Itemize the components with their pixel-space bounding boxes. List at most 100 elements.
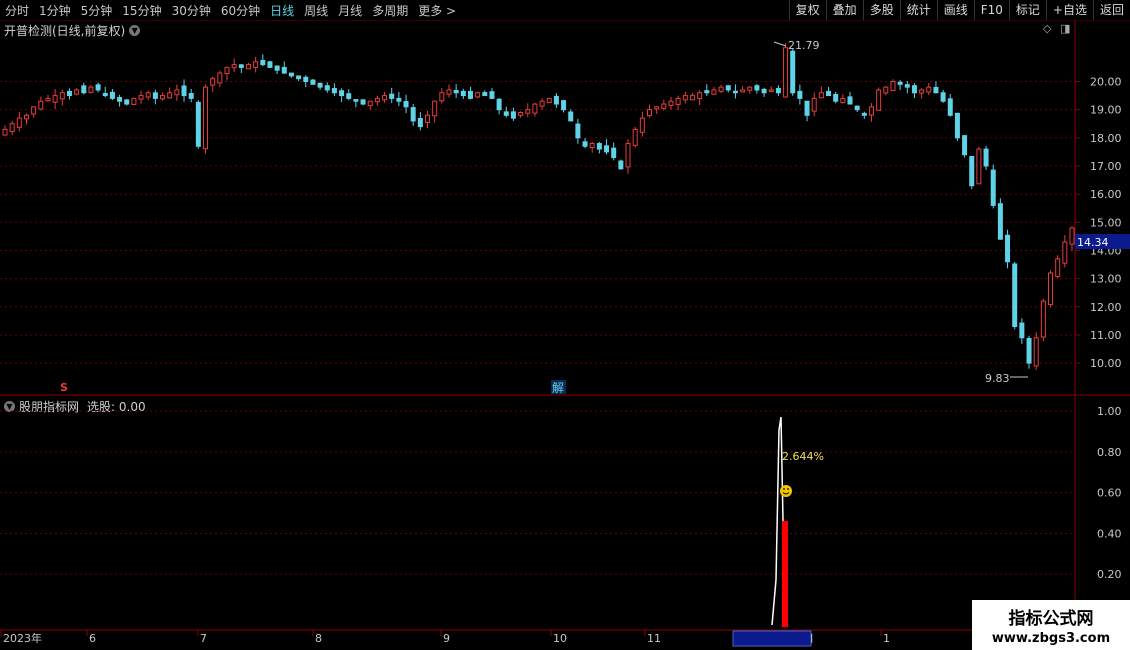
candle-body bbox=[317, 82, 323, 88]
candle-body bbox=[611, 147, 617, 159]
jie-marker: 解 bbox=[552, 381, 564, 395]
candle-body bbox=[267, 61, 273, 68]
candle-body bbox=[1026, 337, 1032, 364]
date-label: 11 bbox=[647, 632, 661, 645]
candle-body bbox=[833, 93, 839, 102]
candle-body bbox=[475, 92, 481, 98]
candle-body bbox=[654, 106, 660, 110]
candle-body bbox=[195, 101, 201, 147]
price-tick-label: 10.00 bbox=[1090, 357, 1122, 370]
candle-body bbox=[546, 97, 552, 104]
price-tick-label: 13.00 bbox=[1090, 273, 1122, 286]
candle-body bbox=[897, 81, 903, 85]
candle-body bbox=[847, 96, 853, 105]
date-label: 8 bbox=[315, 632, 322, 645]
candle-body bbox=[16, 117, 22, 128]
candle-body bbox=[682, 95, 688, 101]
candle-body bbox=[883, 86, 889, 94]
date-label: 2023年 bbox=[3, 631, 42, 645]
signal-bar bbox=[782, 521, 788, 627]
date-label: 6 bbox=[89, 632, 96, 645]
candle-body bbox=[467, 90, 473, 99]
candle-body bbox=[646, 109, 652, 117]
candle-body bbox=[933, 86, 939, 94]
candle-body bbox=[861, 112, 867, 116]
candle-body bbox=[288, 72, 294, 77]
candle-body bbox=[553, 95, 559, 105]
candle-body bbox=[625, 142, 631, 168]
candle-body bbox=[102, 93, 108, 97]
candle-body bbox=[217, 72, 223, 84]
site-watermark: 指标公式网 www.zbgs3.com bbox=[972, 600, 1130, 650]
candle-body bbox=[561, 100, 567, 111]
high-pointer bbox=[773, 41, 787, 47]
indicator-tick-label: 0.60 bbox=[1097, 487, 1122, 500]
candle-body bbox=[224, 66, 230, 75]
sell-marker: S bbox=[60, 381, 68, 394]
candle-body bbox=[238, 64, 244, 68]
date-highlight bbox=[732, 630, 812, 647]
watermark-title: 指标公式网 bbox=[1008, 609, 1094, 629]
candle-body bbox=[174, 89, 180, 96]
date-label: 7 bbox=[200, 632, 207, 645]
candle-body bbox=[768, 89, 774, 92]
candle-body bbox=[124, 99, 130, 105]
price-tick-label: 11.00 bbox=[1090, 329, 1122, 342]
candle-body bbox=[775, 88, 781, 94]
price-tick-label: 17.00 bbox=[1090, 160, 1122, 173]
candle-body bbox=[389, 93, 395, 99]
candle-body bbox=[1069, 227, 1075, 245]
candle-body bbox=[947, 98, 953, 116]
candle-body bbox=[868, 106, 874, 116]
candle-body bbox=[962, 135, 968, 156]
candle-body bbox=[596, 143, 602, 150]
smiley-icon bbox=[780, 485, 792, 497]
candle-body bbox=[1012, 263, 1018, 327]
date-label: 1 bbox=[883, 632, 890, 645]
stock-chart[interactable]: 20.0019.0018.0017.0016.0015.0014.0013.00… bbox=[0, 0, 1130, 650]
candle-body bbox=[374, 97, 380, 103]
candle-body bbox=[482, 92, 488, 97]
candle-body bbox=[1040, 300, 1046, 338]
candle-body bbox=[203, 86, 209, 150]
candle-body bbox=[324, 85, 330, 91]
candle-body bbox=[919, 89, 925, 94]
smiley-eye bbox=[783, 488, 785, 490]
indicator-tick-label: 0.20 bbox=[1097, 568, 1122, 581]
smiley-eye bbox=[787, 488, 789, 490]
candle-body bbox=[66, 90, 72, 97]
candle-body bbox=[310, 79, 316, 85]
candle-body bbox=[360, 99, 366, 105]
indicator-tick-label: 1.00 bbox=[1097, 405, 1122, 418]
candle-body bbox=[725, 85, 731, 91]
candle-body bbox=[668, 100, 674, 106]
candle-body bbox=[439, 92, 445, 102]
price-tick-label: 15.00 bbox=[1090, 216, 1122, 229]
candle-body bbox=[453, 89, 459, 94]
candle-body bbox=[152, 92, 158, 99]
price-tick-label: 16.00 bbox=[1090, 188, 1122, 201]
candle-body bbox=[976, 148, 982, 185]
candle-body bbox=[954, 112, 960, 139]
candle-body bbox=[253, 61, 259, 69]
candle-body bbox=[826, 90, 832, 97]
candle-body bbox=[145, 92, 151, 98]
candle-body bbox=[1033, 337, 1039, 367]
candle-body bbox=[331, 88, 337, 94]
candle-body bbox=[811, 97, 817, 112]
candle-body bbox=[840, 97, 846, 104]
candle-body bbox=[303, 76, 309, 83]
date-label: 10 bbox=[553, 632, 567, 645]
candle-body bbox=[31, 106, 37, 115]
candle-body bbox=[1019, 322, 1025, 339]
candle-body bbox=[353, 99, 359, 102]
candle-body bbox=[160, 95, 166, 100]
candle-body bbox=[367, 100, 373, 107]
candle-body bbox=[45, 97, 51, 102]
candle-body bbox=[711, 89, 717, 95]
candle-body bbox=[59, 92, 65, 100]
candle-body bbox=[510, 111, 516, 119]
candle-body bbox=[689, 95, 695, 101]
candle-body bbox=[74, 89, 80, 95]
candle-body bbox=[761, 88, 767, 94]
